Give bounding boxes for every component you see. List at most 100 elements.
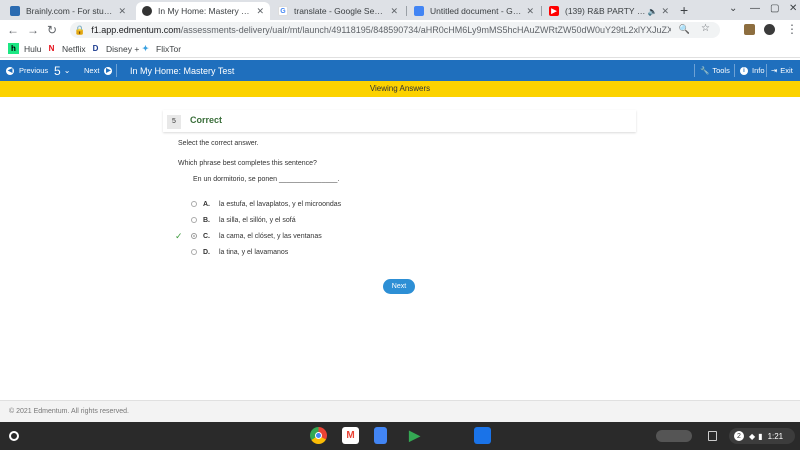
gmail-icon[interactable]: M [342, 427, 359, 444]
question-prompt: Which phrase best completes this sentenc… [178, 160, 317, 167]
chevron-down-icon: ⌄ [63, 66, 71, 75]
answer-option-b[interactable]: B. la silla, el sillón, y el sofá [175, 214, 296, 226]
answer-option-c[interactable]: ✓ C. la cama, el clóset, y las ventanas [175, 230, 322, 242]
tab-brainly[interactable]: Brainly.com - For students. By ✕ [4, 2, 132, 20]
url-path: /assessments-delivery/ualr/mt/launch/491… [180, 25, 672, 35]
close-icon[interactable]: ✕ [390, 6, 398, 17]
minimize-icon[interactable]: — [750, 3, 760, 14]
assessment-title: In My Home: Mastery Test [130, 65, 235, 76]
audio-icon[interactable]: 🔈 [647, 7, 657, 16]
wrench-icon: 🔧 [700, 66, 710, 75]
url-text[interactable]: f1.app.edmentum.com/assessments-delivery… [91, 25, 671, 35]
question-selector[interactable]: 5 ⌄ [54, 60, 70, 81]
answer-option-a[interactable]: A. la estufa, el lavaplatos, y el microo… [175, 198, 341, 210]
os-shelf: M ▶ 2 ◆ ▮ 1:21 [0, 422, 800, 450]
question-number-badge: 5 [167, 115, 181, 129]
previous-label: Previous [19, 66, 49, 75]
forward-icon[interactable]: → [27, 23, 39, 37]
status-label: Correct [190, 115, 223, 125]
tab-strip: Brainly.com - For students. By ✕ In My H… [0, 0, 800, 20]
copyright-text: © 2021 Edmentum. All rights reserved. [9, 408, 129, 415]
radio-button-selected[interactable] [191, 233, 197, 239]
hulu-icon: h [8, 43, 19, 54]
header-divider [694, 64, 695, 77]
disney-icon: D [92, 44, 99, 53]
tools-button[interactable]: 🔧 Tools [700, 60, 730, 81]
url-domain: f1.app.edmentum.com [91, 25, 181, 35]
reload-icon[interactable]: ↻ [47, 23, 57, 37]
tab-title: (139) R&B PARTY MIX 20 [565, 6, 645, 16]
youtube-icon: ▶ [549, 6, 559, 16]
checkmark-icon: ✓ [175, 230, 183, 241]
bookmarks-bar: h Hulu N Netflix D Disney + ✦ FlixTor [0, 40, 800, 58]
exit-label: Exit [780, 66, 793, 75]
launcher-icon[interactable] [9, 431, 19, 441]
bookmark-hulu[interactable]: h Hulu [8, 43, 41, 54]
radio-button[interactable] [191, 249, 197, 255]
tab-youtube[interactable]: ▶ (139) R&B PARTY MIX 20 🔈 ✕ [543, 2, 675, 20]
next-question-button[interactable]: Next ▶ [84, 60, 113, 81]
tab-search-icon[interactable]: ⌄ [729, 3, 737, 14]
close-icon[interactable]: ✕ [118, 6, 126, 17]
back-icon[interactable]: ← [7, 23, 19, 37]
clipboard-icon[interactable] [708, 431, 717, 441]
bookmark-label: Hulu [24, 43, 42, 54]
radio-button[interactable] [191, 201, 197, 207]
google-icon: G [278, 6, 288, 16]
arrow-left-icon: ◀ [6, 66, 14, 75]
new-tab-button[interactable]: + [680, 2, 688, 18]
exit-icon: ⇥ [771, 66, 778, 75]
menu-icon[interactable]: ⋮ [786, 22, 798, 36]
bookmark-netflix[interactable]: N Netflix [46, 43, 86, 54]
bookmark-star-icon[interactable]: ☆ [701, 23, 710, 34]
info-label: Info [752, 66, 765, 75]
option-letter: C. [203, 232, 210, 240]
close-icon[interactable]: ✕ [661, 6, 669, 17]
status-tray[interactable]: 2 ◆ ▮ 1:21 [729, 428, 795, 444]
clock-time: 1:21 [767, 431, 784, 441]
bookmark-label: Netflix [62, 43, 86, 54]
notification-preview[interactable] [656, 430, 692, 442]
close-icon[interactable]: ✕ [256, 6, 264, 17]
bookmark-label: Disney + [106, 43, 140, 54]
notification-count-badge: 2 [734, 431, 744, 441]
files-icon[interactable] [474, 427, 491, 444]
brainly-icon [10, 6, 20, 16]
radio-button[interactable] [191, 217, 197, 223]
question-card: 5 Correct Select the correct answer. Whi… [163, 104, 636, 364]
play-store-icon[interactable]: ▶ [406, 427, 423, 444]
address-bar[interactable]: 🔒 f1.app.edmentum.com/assessments-delive… [70, 22, 720, 38]
exit-button[interactable]: ⇥ Exit [771, 60, 793, 81]
instruction-text: Select the correct answer. [178, 140, 259, 147]
header-divider [116, 64, 117, 77]
header-divider [734, 64, 735, 77]
profile-avatar[interactable] [764, 24, 775, 35]
wifi-icon: ◆ [749, 431, 756, 441]
bookmark-flixtor[interactable]: ✦ FlixTor [140, 43, 181, 54]
info-button[interactable]: i Info [740, 60, 765, 81]
bookmark-disney[interactable]: D Disney + [90, 43, 140, 54]
close-window-icon[interactable]: ✕ [789, 3, 797, 14]
question-sentence: En un dormitorio, se ponen _____________… [193, 176, 340, 183]
docs-icon[interactable] [374, 427, 387, 444]
tab-title: Brainly.com - For students. By [26, 6, 114, 16]
browser-toolbar: ← → ↻ 🔒 f1.app.edmentum.com/assessments-… [0, 20, 800, 40]
question-area: 5 Correct Select the correct answer. Whi… [0, 97, 800, 400]
option-text: la tina, y el lavamanos [219, 248, 289, 256]
next-label: Next [84, 66, 100, 75]
chrome-icon[interactable] [310, 427, 327, 444]
tab-google-search[interactable]: G translate - Google Search ✕ [272, 2, 404, 20]
zoom-icon[interactable]: 🔍 [679, 24, 690, 35]
page-footer: © 2021 Edmentum. All rights reserved. [0, 400, 800, 422]
option-text: la silla, el sillón, y el sofá [219, 216, 296, 224]
close-icon[interactable]: ✕ [526, 6, 534, 17]
extension-icon[interactable] [744, 24, 755, 35]
maximize-icon[interactable]: ▢ [770, 3, 779, 14]
tab-mastery-test[interactable]: In My Home: Mastery Test ✕ [136, 2, 270, 20]
answer-option-d[interactable]: D. la tina, y el lavamanos [175, 246, 288, 258]
tab-title: In My Home: Mastery Test [158, 6, 253, 16]
previous-button[interactable]: ◀ Previous [6, 60, 48, 81]
next-button[interactable]: Next [383, 279, 415, 294]
tab-google-docs[interactable]: Untitled document - Google Do ✕ [408, 2, 540, 20]
tab-divider [541, 6, 542, 16]
